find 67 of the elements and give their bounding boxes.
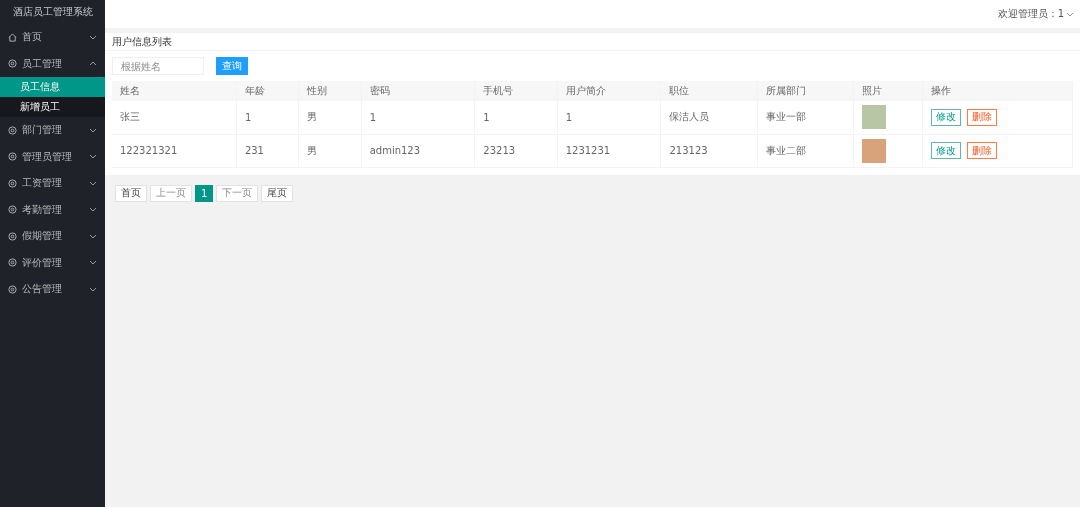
sidebar-item[interactable]: 部门管理 — [0, 117, 105, 144]
home-icon — [8, 32, 17, 42]
settings-icon — [8, 152, 17, 162]
table-cell: 事业一部 — [757, 101, 854, 134]
sidebar-subitem[interactable]: 新增员工 — [0, 97, 105, 117]
settings-icon — [8, 258, 17, 268]
settings-icon — [8, 231, 17, 241]
welcome-menu[interactable]: 欢迎管理员：1 — [997, 7, 1074, 21]
table-cell: 1 — [557, 101, 661, 134]
column-header: 操作 — [922, 81, 1073, 101]
column-header: 手机号 — [474, 81, 558, 101]
table-cell: 保洁人员 — [660, 101, 758, 134]
edit-button[interactable]: 修改 — [930, 142, 961, 159]
table-cell: 213123 — [660, 134, 758, 167]
pager-button[interactable]: 1 — [195, 184, 214, 202]
column-header: 姓名 — [112, 81, 237, 101]
pager-button[interactable]: 首页 — [115, 184, 147, 202]
chevron-icon — [89, 61, 97, 67]
table-cell: admin123 — [361, 134, 475, 167]
chevron-icon — [89, 207, 97, 213]
chevron-icon — [89, 260, 97, 266]
photo-placeholder — [861, 138, 886, 163]
sidebar-item[interactable]: 假期管理 — [0, 223, 105, 250]
table-cell: 1 — [474, 101, 558, 134]
app-title: 酒店员工管理系统 — [11, 5, 94, 19]
column-header: 用户简介 — [557, 81, 661, 101]
chevron-icon — [89, 180, 97, 186]
column-header: 所属部门 — [757, 81, 854, 101]
settings-icon — [8, 59, 17, 69]
sidebar-item[interactable]: 评价管理 — [0, 249, 105, 276]
panel-title: 用户信息列表 — [105, 33, 1080, 51]
edit-button[interactable]: 修改 — [930, 108, 961, 126]
table-cell: 男 — [298, 134, 362, 167]
table-cell: 1 — [361, 101, 475, 134]
table-cell: 男 — [298, 101, 362, 134]
column-header: 年龄 — [236, 81, 299, 101]
table-cell: 张三 — [112, 101, 237, 134]
column-header: 密码 — [361, 81, 475, 101]
settings-icon — [8, 125, 17, 135]
chevron-icon — [89, 154, 97, 160]
chevron-icon — [89, 127, 97, 133]
pager-button[interactable]: 尾页 — [261, 184, 294, 202]
table-cell: 事业二部 — [757, 134, 854, 167]
sidebar-item[interactable]: 考勤管理 — [0, 196, 105, 223]
chevron-icon — [89, 233, 97, 239]
settings-icon — [8, 284, 17, 294]
chevron-icon — [1066, 11, 1074, 17]
sidebar-subitem[interactable]: 员工信息 — [0, 77, 105, 97]
table-cell: 1 — [236, 101, 299, 134]
chevron-icon — [89, 34, 97, 40]
sidebar-item[interactable]: 工资管理 — [0, 170, 105, 197]
table-cell: 23213 — [474, 134, 558, 167]
sidebar-item[interactable]: 公告管理 — [0, 276, 105, 303]
table-cell: 231 — [236, 134, 299, 167]
table-cell: 1231231 — [557, 134, 661, 167]
chevron-icon — [89, 286, 97, 292]
sidebar-item[interactable]: 首页 — [0, 24, 105, 51]
settings-icon — [8, 178, 17, 188]
search-field[interactable]: 根据姓名 — [112, 57, 204, 75]
settings-icon — [8, 205, 17, 215]
sidebar-item[interactable]: 员工管理 — [0, 50, 105, 77]
column-header: 性别 — [298, 81, 362, 101]
sidebar-item[interactable]: 管理员管理 — [0, 143, 105, 170]
column-header: 照片 — [853, 81, 923, 101]
photo-placeholder — [861, 105, 886, 130]
column-header: 职位 — [660, 81, 758, 101]
table-cell: 122321321 — [112, 134, 237, 167]
